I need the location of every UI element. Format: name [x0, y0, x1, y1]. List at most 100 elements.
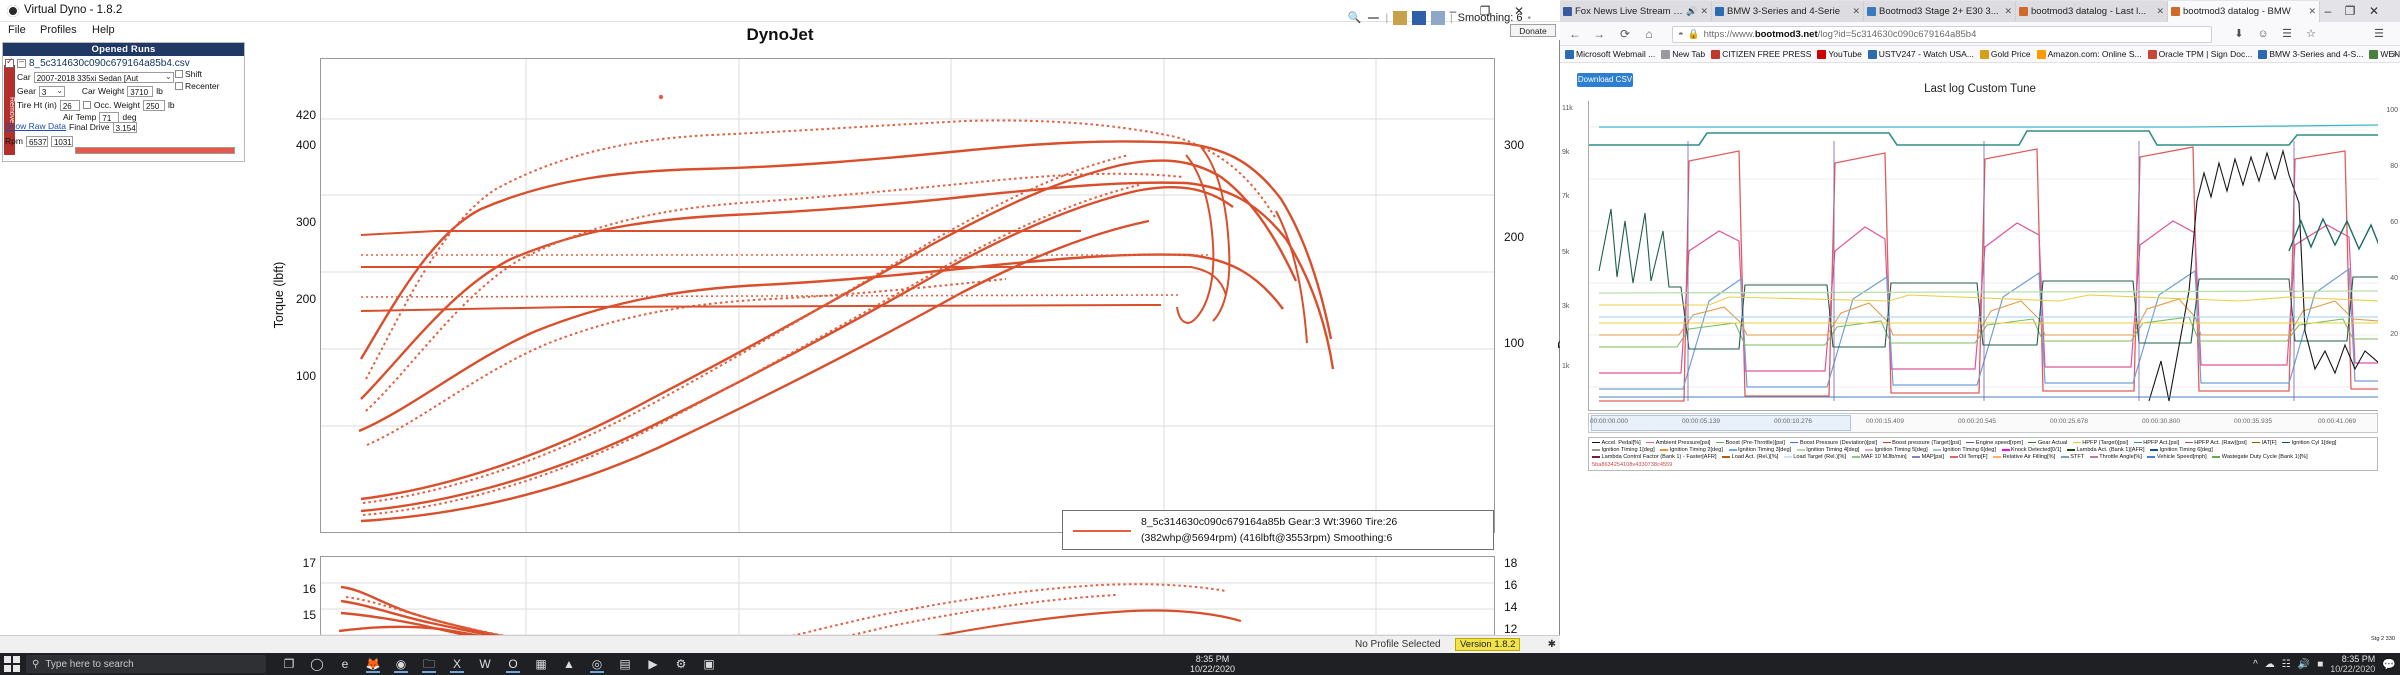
legend-entry[interactable]: STFT [2060, 454, 2084, 461]
legend-entry[interactable]: HPFP Act.[psi] [2133, 440, 2179, 447]
recenter-option-checkbox[interactable] [175, 82, 183, 90]
bookmark-item[interactable]: YouTube [1815, 49, 1863, 59]
chevron-up-icon[interactable]: ^ [2253, 659, 2258, 670]
account-icon[interactable]: ☺ [2256, 27, 2270, 41]
legend-entry[interactable]: Vehicle Speed[mph] [2147, 454, 2207, 461]
close-tab-icon[interactable]: ✕ [2156, 6, 2164, 17]
close-tab-icon[interactable]: ✕ [2308, 6, 2316, 17]
bookmark-item[interactable]: Amazon.com: Online S... [2035, 49, 2144, 59]
legend-entry[interactable]: HPFP (Target)[psi] [2072, 440, 2128, 447]
legend-entry[interactable]: Ambient Pressure[psi] [1646, 440, 1710, 447]
browser-maximize-button[interactable]: ❐ [2340, 0, 2360, 22]
close-tab-icon[interactable]: ✕ [2004, 6, 2012, 17]
print-icon[interactable] [1431, 11, 1446, 25]
shift-option-checkbox[interactable] [175, 70, 183, 78]
legend-entry[interactable]: Ignition Cyl 1[deg] [2282, 440, 2336, 447]
bookmark-item[interactable]: BMW 3-Series and 4-S... [2256, 49, 2365, 59]
search-input[interactable]: ⚲ Type here to search [26, 655, 266, 673]
legend-entry[interactable]: Relative Air Filling[%] [1993, 454, 2055, 461]
back-icon[interactable]: ← [1568, 27, 1582, 41]
shield-icon[interactable]: ◓ [1678, 29, 1684, 40]
save-icon[interactable] [1412, 11, 1427, 25]
close-tab-icon[interactable]: ✕ [1852, 6, 1860, 17]
chrome-icon[interactable]: ◉ [390, 655, 412, 673]
reload-icon[interactable]: ⟳ [1618, 27, 1632, 41]
bookmark-item[interactable]: Gold Price [1978, 49, 2033, 59]
browser-minimize-button[interactable]: – [2318, 0, 2338, 22]
volume-icon[interactable]: 🔊 [2298, 659, 2310, 670]
run-expander-icon[interactable] [17, 56, 26, 68]
datalog-legend[interactable]: Accel. Pedal[%] Ambient Pressure[psi] Bo… [1588, 437, 2378, 471]
copy-icon[interactable] [1393, 11, 1408, 25]
network-icon[interactable]: ☷ [2282, 659, 2291, 670]
media-icon[interactable]: ▶ [642, 655, 664, 673]
tab-bootmod3-stage2[interactable]: Bootmod3 Stage 2+ E30 3... ✕ [1864, 1, 2016, 22]
zoom-icon[interactable]: 🔍 [1347, 11, 1362, 25]
legend-entry[interactable]: MAF 10`MJlb/min] [1851, 454, 1907, 461]
legend-entry[interactable]: Ignition Timing 6[deg] [1933, 447, 1996, 454]
run-row-header[interactable]: 8_5c314630c090c679164a85b4.csv [5, 56, 243, 69]
taskbar-clock[interactable]: 8:35 PM 10/22/2020 [2330, 654, 2375, 674]
task-view-icon[interactable]: ❐ [278, 655, 300, 673]
final-drive-input[interactable]: 3.154 [112, 121, 137, 133]
gear-select[interactable]: 3 [38, 85, 65, 97]
legend-entry[interactable]: Ignition Timing 4[deg] [1796, 447, 1859, 454]
legend-entry[interactable]: Ignition Timing 2[deg] [1660, 447, 1723, 454]
legend-entry[interactable]: Knock Detected[0/1] [2001, 447, 2061, 454]
rpm-input-2[interactable]: 1031 [50, 135, 73, 147]
calculator-icon[interactable]: ▦ [530, 655, 552, 673]
browser-close-button[interactable]: ✕ [2364, 0, 2384, 22]
bookmark-item[interactable]: CITIZEN FREE PRESS [1709, 49, 1813, 59]
library-icon[interactable]: ☰ [2280, 27, 2294, 41]
word-icon[interactable]: W [474, 655, 496, 673]
car-select[interactable]: 2007-2018 335xi Sedan [Aut [33, 71, 174, 83]
bookmark-item[interactable]: New Tab [1659, 49, 1707, 59]
range-selection-handle[interactable] [1591, 415, 1851, 431]
datalog-chart[interactable] [1588, 101, 2378, 411]
url-bar[interactable]: ◓ 🔒 https://www.bootmod3.net/log?id=5c31… [1672, 26, 2212, 43]
show-raw-data-link[interactable]: Show Raw Data [5, 121, 66, 131]
shift-option[interactable]: Shift [175, 69, 202, 79]
bookmark-star-icon[interactable]: ☆ [2304, 27, 2318, 41]
run-enabled-checkbox[interactable] [5, 56, 14, 68]
text-icon[interactable]: ⎯⎯ [1366, 11, 1380, 25]
legend-entry[interactable]: IAT[F] [2252, 440, 2277, 447]
legend-entry[interactable]: Ignition Timing 3[deg] [1728, 447, 1791, 454]
legend-entry[interactable]: Boost pressure (Target)[psi] [1882, 440, 1961, 447]
legend-entry[interactable]: Lambda Control Factor (Bank 1) - Faster[… [1592, 454, 1717, 461]
firefox-icon[interactable]: 🦊 [362, 655, 384, 673]
outlook-icon[interactable]: O [502, 655, 524, 673]
legend-entry[interactable]: Wastegate Duty Cycle (Bank 1)[%] [2212, 454, 2308, 461]
legend-entry[interactable]: Load Act. (Rel.)[%] [1722, 454, 1778, 461]
edge-icon[interactable]: e [334, 655, 356, 673]
legend-entry[interactable]: Boost Pressure (Deviation)[psi] [1790, 440, 1877, 447]
bookmark-item[interactable]: Microsoft Webmail ... [1563, 49, 1657, 59]
photos-icon[interactable]: ▣ [698, 655, 720, 673]
download-icon[interactable]: ⬇ [2232, 27, 2246, 41]
legend-entry[interactable]: Ignition Timing 6[deg] [2150, 447, 2213, 454]
cortana-icon[interactable]: ◯ [306, 655, 328, 673]
legend-entry[interactable]: MAP[psi] [1912, 454, 1944, 461]
forward-icon[interactable]: → [1592, 27, 1606, 41]
bookmark-item[interactable]: USTV247 - Watch USA... [1866, 49, 1976, 59]
legend-entry[interactable]: Gear Actual [2028, 440, 2067, 447]
legend-entry[interactable]: HPFP Act. (Raw)[psi] [2184, 440, 2247, 447]
tire-height-input[interactable]: 26 [59, 99, 80, 111]
legend-entry[interactable]: Load Target (Rel.)[%] [1783, 454, 1846, 461]
shift-checkbox[interactable] [82, 101, 91, 109]
notepad-icon[interactable]: ▤ [614, 655, 636, 673]
legend-entry[interactable]: Ignition Timing 1[deg] [1592, 447, 1655, 454]
tab-bmw-3series[interactable]: BMW 3-Series and 4-Serie ✕ [1712, 1, 1864, 22]
bookmarks-overflow-button[interactable]: » [2392, 49, 2397, 59]
legend-entry[interactable]: Accel. Pedal[%] [1592, 440, 1641, 447]
vlc-icon[interactable]: ▲ [558, 655, 580, 673]
menu-icon[interactable]: ☰ [2372, 27, 2386, 41]
recenter-option[interactable]: Recenter [175, 81, 220, 91]
legend-entry[interactable]: Boost (Pre-Throttle)[psi] [1716, 440, 1785, 447]
tab-bootmod3-datalog-bmw[interactable]: bootmod3 datalog - BMW ✕ [2168, 1, 2320, 22]
onedrive-icon[interactable]: ☁ [2265, 659, 2275, 670]
tab-fox-news[interactable]: Fox News Live Stream HD 🔊 ✕ [1560, 1, 1712, 22]
occ-weight-input[interactable]: 250 [142, 99, 165, 111]
windows-start-icon[interactable] [4, 656, 20, 672]
bookmark-item[interactable]: Oracle TPM | Sign Doc... [2146, 49, 2255, 59]
